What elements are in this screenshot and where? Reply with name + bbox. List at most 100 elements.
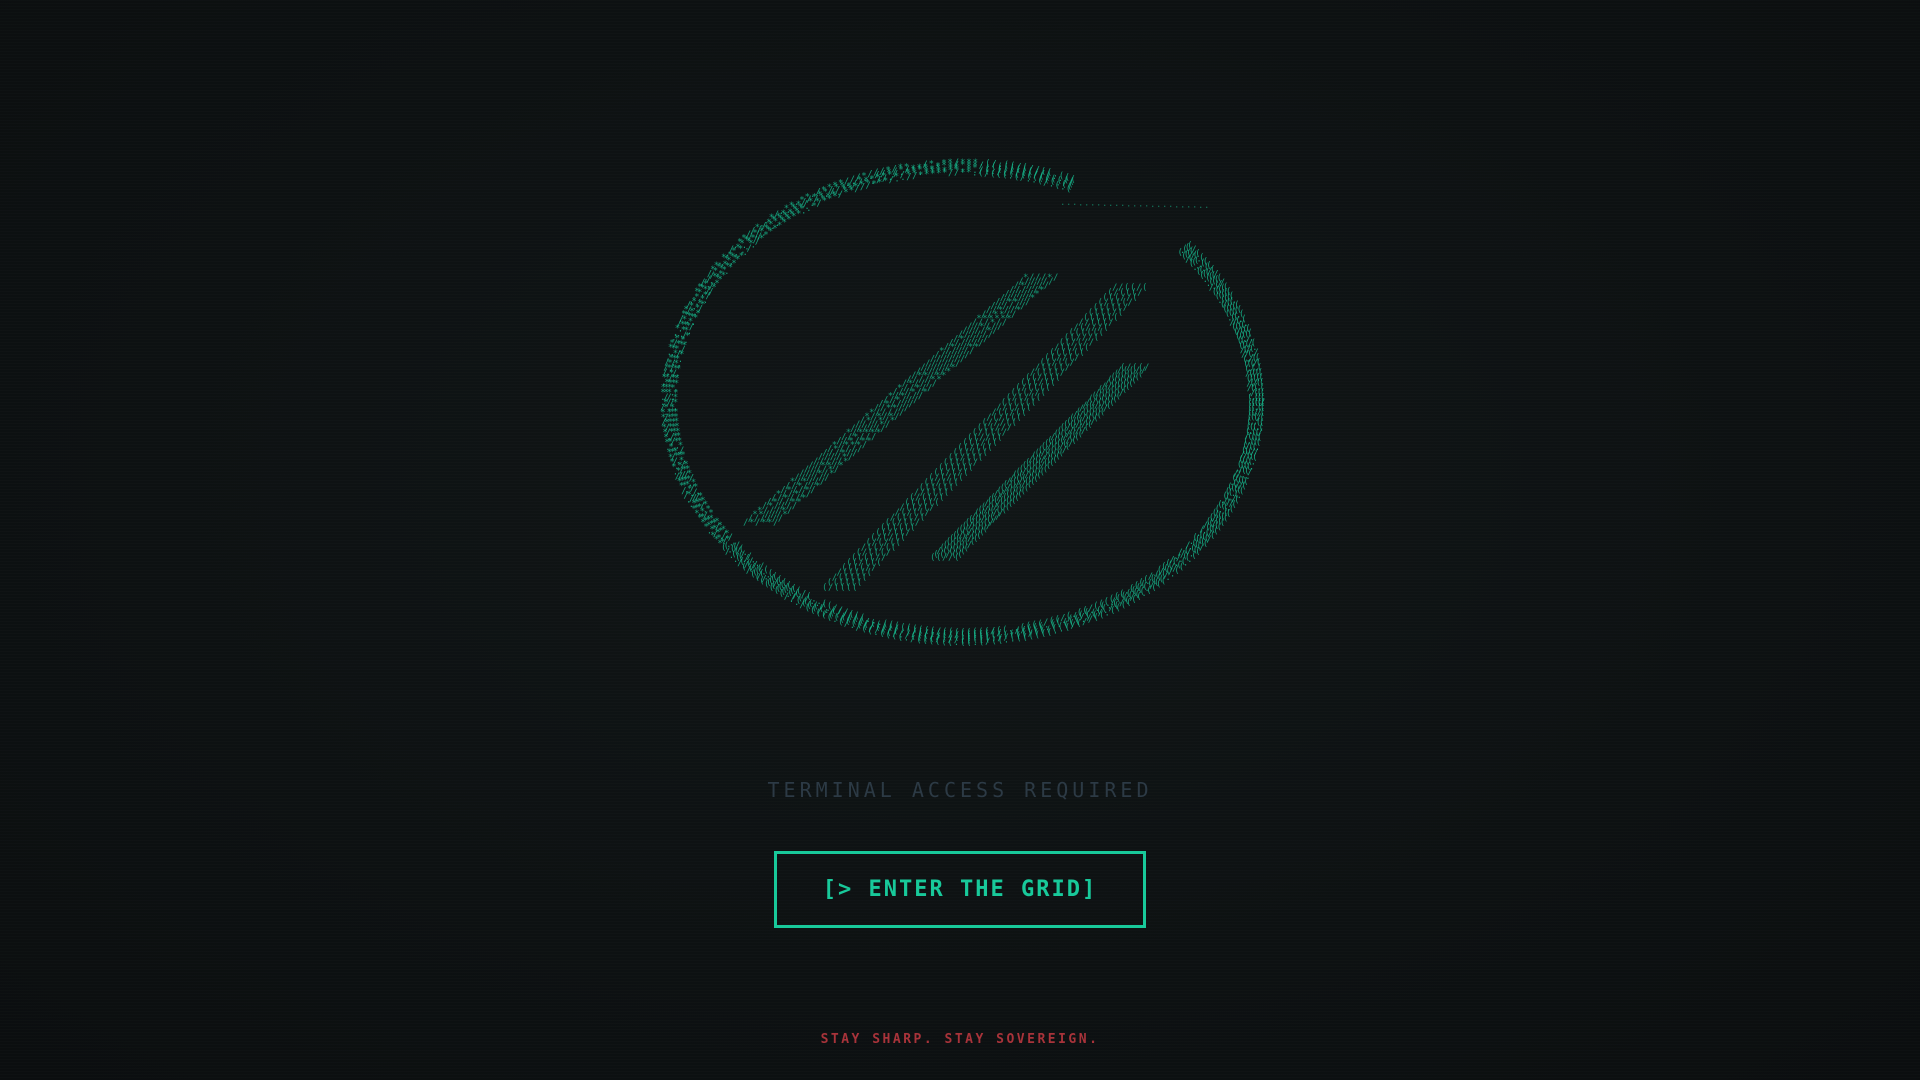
ascii-logo-glyphs: (((((((.(((//(((/(((((..((.(((/((.(((((/… [660, 158, 1265, 648]
svg-text:(: ( [1055, 181, 1060, 191]
svg-text:.: . [1108, 199, 1113, 209]
svg-text:.: . [1114, 199, 1119, 209]
svg-text:/: / [1043, 178, 1048, 188]
svg-text:(: ( [1124, 283, 1129, 293]
svg-text:(: ( [782, 578, 787, 588]
svg-text:.: . [1174, 200, 1179, 210]
svg-text:(: ( [984, 627, 989, 637]
svg-text:.: . [1156, 200, 1161, 210]
svg-text:/: / [1126, 363, 1131, 373]
svg-text:/: / [1144, 363, 1149, 373]
svg-text:(: ( [978, 169, 983, 179]
svg-text:(: ( [900, 623, 905, 633]
svg-text:(: ( [791, 584, 796, 594]
svg-text:(: ( [883, 619, 888, 629]
svg-text:(: ( [960, 628, 965, 638]
svg-text:(: ( [889, 621, 894, 631]
svg-text:/: / [1053, 273, 1058, 283]
svg-text:/: / [1029, 273, 1034, 283]
svg-text:(: ( [827, 602, 832, 612]
svg-text:(: ( [860, 613, 865, 623]
tagline: STAY SHARP. STAY SOVEREIGN. [820, 1032, 1100, 1047]
svg-text:*: * [966, 168, 971, 178]
svg-text:*: * [1047, 273, 1052, 283]
svg-text:/: / [843, 608, 848, 618]
svg-text:(: ( [1138, 363, 1143, 373]
svg-text:.: . [1026, 174, 1031, 184]
svg-text:.: . [1078, 198, 1083, 208]
enter-grid-button[interactable]: [> ENTER THE GRID] [774, 851, 1146, 928]
svg-text:(: ( [966, 628, 971, 638]
svg-text:.: . [1168, 200, 1173, 210]
svg-text:(: ( [1002, 171, 1007, 181]
svg-text:(: ( [894, 622, 899, 632]
svg-text:.: . [1138, 200, 1143, 210]
svg-text:.: . [1186, 201, 1191, 211]
svg-text:.: . [1144, 200, 1149, 210]
svg-text:.: . [1126, 199, 1131, 209]
svg-text:.: . [1049, 179, 1054, 189]
svg-text:(: ( [906, 624, 911, 634]
svg-text:.: . [1102, 199, 1107, 209]
svg-text:/: / [1041, 273, 1046, 283]
svg-text:/: / [1035, 273, 1040, 283]
svg-text:/: / [1118, 283, 1123, 293]
svg-text:(: ( [996, 626, 1001, 636]
svg-text:(: ( [786, 581, 791, 591]
svg-text:(: ( [990, 169, 995, 179]
terminal-access-message: TERMINAL ACCESS REQUIRED [767, 778, 1153, 802]
svg-text:(: ( [1037, 177, 1042, 187]
svg-text:(: ( [1002, 625, 1007, 635]
svg-text:(: ( [849, 610, 854, 620]
svg-text:/: / [801, 589, 806, 599]
svg-text:/: / [954, 168, 959, 178]
svg-text:.: . [811, 595, 816, 605]
svg-text:(: ( [996, 170, 1001, 180]
svg-text:.: . [871, 617, 876, 627]
svg-text:.: . [1198, 201, 1203, 211]
svg-text:.: . [1066, 198, 1071, 208]
svg-text:.: . [1072, 198, 1077, 208]
svg-text:.: . [1084, 199, 1089, 209]
svg-text:.: . [1060, 198, 1065, 208]
svg-text:(: ( [1014, 172, 1019, 182]
svg-text:.: . [1180, 200, 1185, 210]
ascii-circle-slash-logo-icon: (((((((.(((//(((/(((((..((.(((/((.(((((/… [660, 158, 1265, 648]
svg-text:(: ( [948, 628, 953, 638]
svg-text:.: . [1096, 199, 1101, 209]
svg-text:.: . [1060, 183, 1065, 193]
svg-text:(: ( [1142, 283, 1147, 293]
svg-text:.: . [866, 615, 871, 625]
svg-text:.: . [1120, 199, 1125, 209]
svg-text:/: / [948, 168, 953, 178]
svg-text:.: . [1247, 398, 1252, 408]
svg-text:*: * [960, 168, 965, 178]
svg-text:.: . [1150, 200, 1155, 210]
ascii-logo: (((((((.(((/ /(((/(((((..((.(((/((.(((((/… [0, 0, 1920, 700]
svg-text:/: / [984, 169, 989, 179]
svg-text:/: / [1020, 173, 1025, 183]
svg-text:/: / [1136, 283, 1141, 293]
svg-text:.: . [1132, 199, 1137, 209]
svg-text:/: / [838, 606, 843, 616]
svg-text:*: * [1023, 273, 1028, 283]
svg-text:.: . [1192, 201, 1197, 211]
svg-text:.: . [816, 597, 821, 607]
svg-text:(: ( [918, 625, 923, 635]
svg-text:.: . [1008, 171, 1013, 181]
svg-text:(: ( [806, 592, 811, 602]
svg-text:.: . [877, 618, 882, 628]
svg-text:/: / [1112, 283, 1117, 293]
svg-text:/: / [990, 627, 995, 637]
svg-text:(: ( [924, 626, 929, 636]
svg-text:(: ( [978, 627, 983, 637]
svg-text:(: ( [1066, 184, 1071, 194]
svg-text:/: / [832, 604, 837, 614]
svg-text:.: . [1162, 200, 1167, 210]
svg-text:.: . [1090, 199, 1095, 209]
svg-text:.: . [972, 168, 977, 178]
svg-text:(: ( [930, 627, 935, 637]
svg-text:(: ( [822, 599, 827, 609]
svg-text:(: ( [972, 628, 977, 638]
svg-text:.: . [1031, 175, 1036, 185]
